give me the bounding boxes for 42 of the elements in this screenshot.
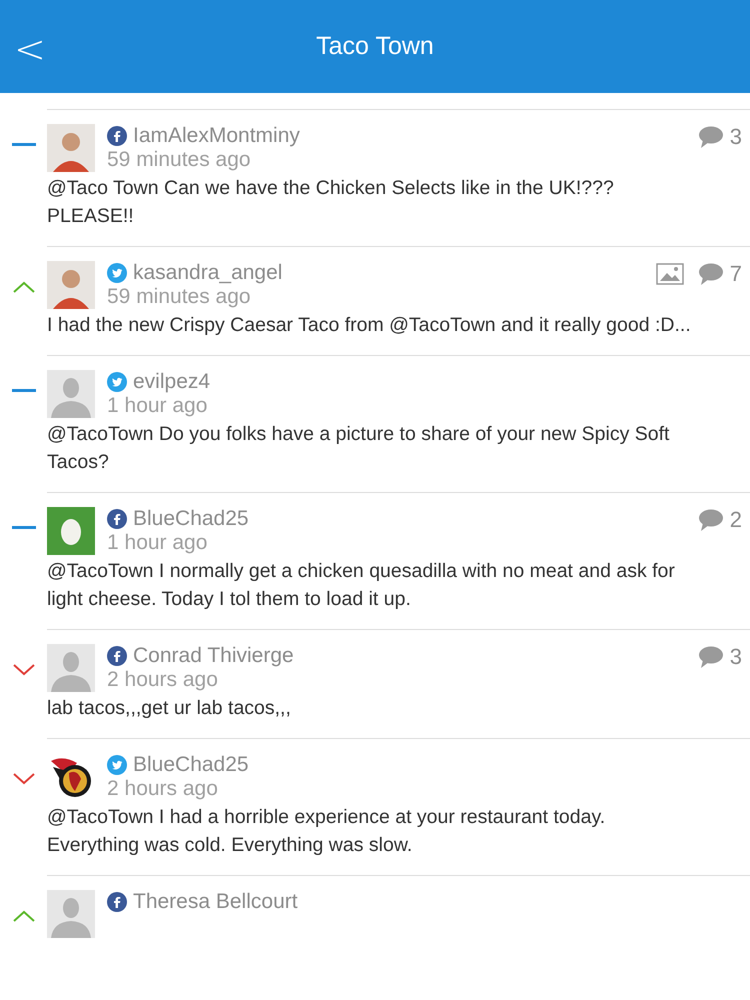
comment-count: 3: [730, 124, 742, 150]
post-time: 1 hour ago: [107, 394, 208, 418]
bird-icon: [107, 372, 127, 392]
author-name: BlueChad25: [133, 753, 249, 777]
bird-icon: [107, 755, 127, 775]
back-button[interactable]: <: [6, 26, 54, 72]
comment-count: 2: [730, 507, 742, 533]
post-text: lab tacos,,,get ur lab tacos,,,: [47, 696, 292, 721]
post-time: 2 hours ago: [107, 777, 219, 801]
facebook-icon: [107, 646, 127, 666]
author-name: BlueChad25: [133, 507, 249, 531]
person-avatar: [47, 261, 95, 309]
speech-bubble-icon: [698, 646, 724, 668]
facebook-icon: [107, 509, 127, 529]
facebook-icon: [107, 126, 127, 146]
default-avatar: [47, 890, 95, 938]
author-name: evilpez4: [133, 370, 210, 394]
post-time: 1 hour ago: [107, 531, 208, 555]
comment-count: 7: [730, 261, 742, 287]
post-text: @TacoTown I had a horrible experience at your restaurant today. Everything was cold. Everything was slow.: [47, 805, 606, 858]
post-time: 59 minutes ago: [107, 148, 252, 172]
default-avatar: [47, 370, 95, 418]
speech-bubble-icon: [698, 509, 724, 531]
post-time: 2 hours ago: [107, 668, 219, 692]
author-name: Theresa Bellcourt: [133, 890, 298, 914]
speech-bubble-icon: [698, 263, 724, 285]
author-name: IamAlexMontminy: [133, 124, 300, 148]
comment-count: 3: [730, 644, 742, 670]
post-text: @TacoTown Do you folks have a picture to share of your new Spicy Soft Tacos?: [47, 422, 670, 475]
person-avatar: [47, 124, 95, 172]
page-title: Taco Town: [316, 32, 434, 61]
post-text: I had the new Crispy Caesar Taco from @TacoTown and it really good :D...: [47, 313, 692, 338]
author-name: kasandra_angel: [133, 261, 282, 285]
bird-icon: [107, 263, 127, 283]
post-text: @Taco Town Can we have the Chicken Selects like in the UK!??? PLEASE!!: [47, 176, 615, 229]
facebook-icon: [107, 892, 127, 912]
egg-avatar: [47, 507, 95, 555]
post-text: @TacoTown I normally get a chicken quesadilla with no meat and ask for light cheese. Today I tol them to load it up.: [47, 559, 676, 612]
author-name: Conrad Thivierge: [133, 644, 294, 668]
default-avatar: [47, 644, 95, 692]
speech-bubble-icon: [698, 126, 724, 148]
post-time: 59 minutes ago: [107, 285, 252, 309]
